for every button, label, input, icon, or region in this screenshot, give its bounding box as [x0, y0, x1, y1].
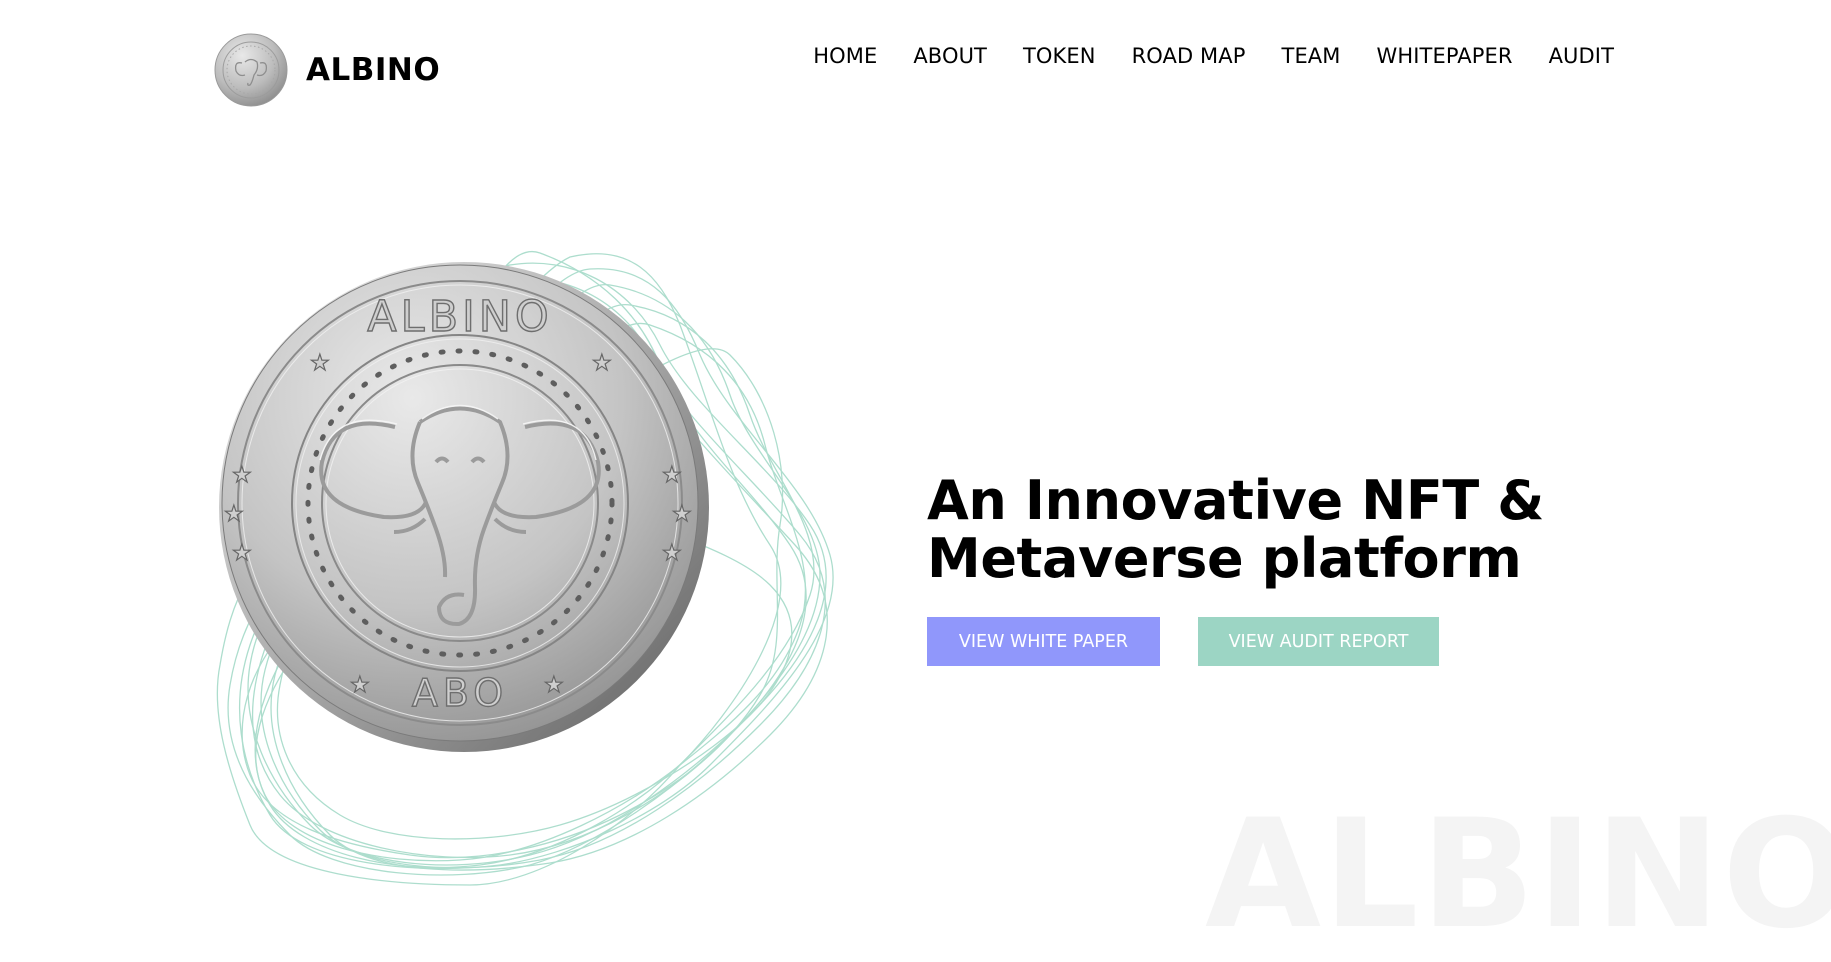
background-watermark: ALBINO — [1205, 788, 1831, 962]
svg-text:★: ★ — [592, 351, 612, 376]
nav-item-team[interactable]: TEAM — [1282, 42, 1341, 70]
hero-visual: ALBINO ABO ★ ★ ★ ★ ★ ★ ★ ★ ★ ★ — [210, 245, 910, 897]
coin-top-text: ALBINO — [367, 292, 553, 342]
hero-buttons: VIEW WHITE PAPER VIEW AUDIT REPORT — [927, 617, 1439, 666]
svg-text:★: ★ — [350, 673, 370, 698]
albino-coin-image: ALBINO ABO ★ ★ ★ ★ ★ ★ ★ ★ ★ ★ — [219, 262, 709, 752]
view-white-paper-button[interactable]: VIEW WHITE PAPER — [927, 617, 1160, 666]
nav-item-whitepaper[interactable]: WHITEPAPER — [1377, 42, 1513, 70]
svg-text:★: ★ — [232, 541, 252, 566]
brand-name: ALBINO — [306, 51, 441, 88]
svg-text:★: ★ — [662, 463, 682, 488]
brand-link[interactable]: ALBINO — [214, 33, 440, 107]
hero-title-line-1: An Innovative NFT & — [927, 469, 1544, 532]
site-header: ALBINO HOME ABOUT TOKEN ROAD MAP TEAM WH… — [0, 0, 1831, 120]
svg-text:★: ★ — [544, 673, 564, 698]
main-nav: HOME ABOUT TOKEN ROAD MAP TEAM WHITEPAPE… — [813, 42, 1614, 70]
view-audit-report-button[interactable]: VIEW AUDIT REPORT — [1198, 617, 1439, 666]
nav-item-home[interactable]: HOME — [813, 42, 877, 70]
nav-item-token[interactable]: TOKEN — [1023, 42, 1096, 70]
svg-text:★: ★ — [232, 463, 252, 488]
coin-bottom-text: ABO — [412, 671, 508, 715]
nav-item-about[interactable]: ABOUT — [913, 42, 987, 70]
nav-item-audit[interactable]: AUDIT — [1549, 42, 1614, 70]
hero-title: An Innovative NFT & Metaverse platform — [927, 472, 1544, 590]
hero-content: An Innovative NFT & Metaverse platform V… — [927, 472, 1544, 666]
svg-text:★: ★ — [224, 502, 244, 527]
nav-item-road-map[interactable]: ROAD MAP — [1132, 42, 1246, 70]
svg-text:★: ★ — [662, 541, 682, 566]
elephant-coin-icon — [214, 33, 288, 107]
svg-text:★: ★ — [310, 351, 330, 376]
svg-text:★: ★ — [672, 502, 692, 527]
hero-title-line-2: Metaverse platform — [927, 527, 1522, 590]
